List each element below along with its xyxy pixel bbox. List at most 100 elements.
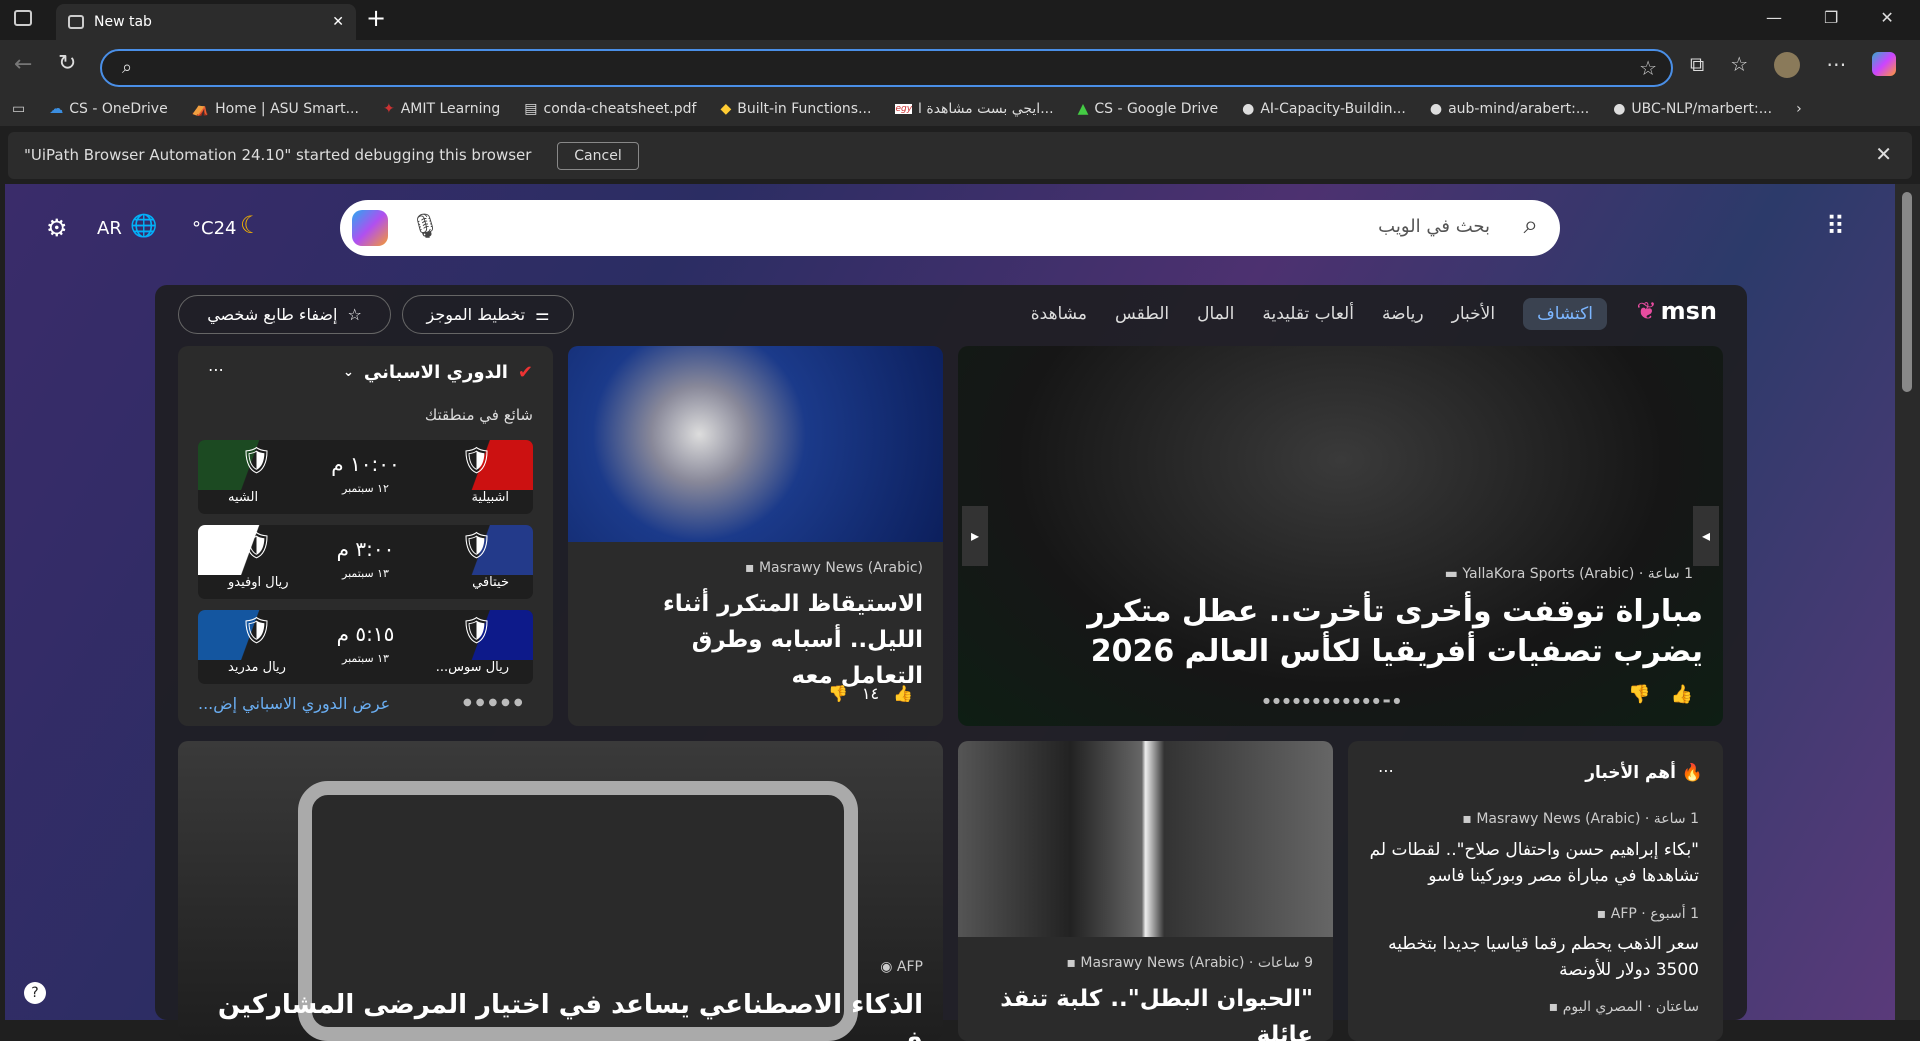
tab-new-tab[interactable]: New tab ✕ <box>56 4 356 40</box>
see-more-link[interactable]: عرض الدوري الاسباني إض... <box>198 694 390 713</box>
scrollbar[interactable] <box>1895 184 1920 1020</box>
new-tab-button[interactable]: + <box>366 4 386 32</box>
temperature: 24 <box>213 218 237 239</box>
cancel-button[interactable]: Cancel <box>557 142 639 170</box>
top-news-item[interactable]: سعر الذهب يحطم رقما قياسيا جديدا بتخطيه … <box>1369 931 1699 983</box>
widget-header[interactable]: ✔ الدوري الاسباني ⌄ <box>343 362 533 383</box>
bookmark[interactable]: ▲ CS - Google Drive <box>1078 101 1219 117</box>
tab-money[interactable]: المال <box>1197 304 1234 330</box>
tab-watch[interactable]: مشاهدة <box>1031 304 1087 330</box>
infobar-message: "UiPath Browser Automation 24.10" starte… <box>24 146 532 164</box>
dislike-icon[interactable]: 👎 <box>828 684 848 703</box>
bookmark[interactable]: ● AI-Capacity-Buildin... <box>1242 101 1406 117</box>
help-icon[interactable]: ? <box>24 982 46 1004</box>
sidebar-toggle-icon[interactable] <box>14 10 32 26</box>
carousel-prev-button[interactable]: ▸ <box>962 506 988 566</box>
more-menu-icon[interactable]: ⋯ <box>1826 52 1846 78</box>
bookmark[interactable]: egy ايجي بست مشاهدة ا... <box>895 101 1054 117</box>
feed-layout-button[interactable]: ⚌ تخطيط الموجز <box>402 295 574 334</box>
dislike-icon[interactable]: 👎 <box>1628 684 1650 705</box>
search-placeholder: بحث في الويب <box>1378 216 1490 237</box>
refresh-button[interactable]: ↻ <box>58 51 76 76</box>
bookmarks-overflow-icon[interactable]: › <box>1796 101 1802 117</box>
more-options-icon[interactable]: ⋯ <box>1378 761 1394 780</box>
match-row[interactable]: 🛡 🛡 ٥:١٥ م ١٣ سبتمبر ريال سوس... ريال مد… <box>198 610 533 684</box>
bookmark[interactable]: ● aub-mind/arabert:... <box>1430 101 1589 117</box>
tab-discover[interactable]: اكتشاف <box>1523 298 1607 330</box>
copilot-icon[interactable] <box>1872 52 1897 76</box>
profile-avatar[interactable] <box>1774 52 1801 78</box>
carousel-next-button[interactable]: ◂ <box>1693 506 1719 566</box>
card-title: الذكاء الاصطناعي يساعد في اختيار المرضى … <box>217 990 923 1041</box>
microphone-icon[interactable]: 🎙 <box>410 212 440 240</box>
layout-label: تخطيط الموجز <box>426 305 526 324</box>
bookmark[interactable]: ☁ CS - OneDrive <box>49 101 167 117</box>
card-title: الاستيقاظ المتكرر أثناء الليل.. أسبابه و… <box>662 591 923 689</box>
pagination-dots[interactable]: ●●●●● <box>463 697 527 708</box>
widget-subtitle: شائع في منطقتك <box>424 406 533 424</box>
favorites-icon[interactable]: ☆ <box>1730 52 1748 78</box>
match-time: ٥:١٥ م <box>336 622 395 646</box>
close-tab-icon[interactable]: ✕ <box>332 14 344 30</box>
msn-logo[interactable]: ❦ msn <box>1637 297 1718 325</box>
minimize-button[interactable]: — <box>1766 8 1782 27</box>
item-source: 1 ساعة · Masrawy News (Arabic) ▪ <box>1462 811 1699 827</box>
like-icon[interactable]: 👍 <box>893 684 913 703</box>
settings-icon[interactable]: ⚙ <box>46 214 68 242</box>
apps-grid-icon[interactable]: ⠿ <box>1826 212 1845 242</box>
fire-icon: 🔥 <box>1681 763 1703 783</box>
chevron-down-icon: ⌄ <box>343 365 354 380</box>
more-options-icon[interactable]: ⋯ <box>208 360 224 379</box>
match-time: ٣:٠٠ م <box>336 537 395 561</box>
tab-sports[interactable]: رياضة <box>1382 304 1424 330</box>
hero-carousel[interactable]: ▸ ◂ 1 ساعة · YallaKora Sports (Arabic) ▬… <box>958 346 1723 726</box>
back-button[interactable]: ← <box>14 52 32 77</box>
reading-icon[interactable]: ▭ <box>12 101 25 117</box>
personalize-button[interactable]: ☆ إضفاء طابع شخصي <box>178 295 391 334</box>
close-window-button[interactable]: ✕ <box>1880 8 1893 27</box>
search-icon: ⌕ <box>122 57 133 78</box>
bookmark[interactable]: ⛺ Home | ASU Smart... <box>192 101 359 117</box>
web-search-box[interactable]: 🎙 بحث في الويب ⌕ <box>340 200 1560 256</box>
news-card[interactable]: 9 ساعات · Masrawy News (Arabic) ▪ "الحيو… <box>958 741 1333 1041</box>
hero-title: مباراة توقفت وأخرى تأخرت.. عطل متكرر يضر… <box>1087 594 1703 669</box>
favorite-star-icon[interactable]: ☆ <box>1639 56 1657 80</box>
like-icon[interactable]: 👍 <box>1671 684 1693 705</box>
maximize-button[interactable]: ❐ <box>1824 8 1838 27</box>
address-bar[interactable]: ⌕ ☆ <box>100 49 1673 87</box>
bookmark[interactable]: ▤ conda-cheatsheet.pdf <box>524 101 696 117</box>
bookmark[interactable]: ● UBC-NLP/marbert:... <box>1613 101 1772 117</box>
top-news-widget: 🔥 أهم الأخبار ⋯ 1 ساعة · Masrawy News (A… <box>1348 741 1723 1041</box>
bookmark[interactable]: ◆ Built-in Functions... <box>720 101 871 117</box>
moon-cloud-icon: ☾ <box>240 211 262 239</box>
top-news-item[interactable]: "بكاء إبراهيم حسن واحتفال صلاح".. لقطات … <box>1369 837 1699 889</box>
weather-button[interactable]: °C24 <box>192 218 236 239</box>
news-card[interactable]: Masrawy News (Arabic) ▪ الاستيقاظ المتكر… <box>568 346 943 726</box>
bookmark[interactable]: ✦ AMIT Learning <box>383 101 500 117</box>
extensions-icon[interactable]: ⧉ <box>1690 52 1704 78</box>
language-button[interactable]: AR <box>97 218 122 239</box>
feed-nav: اكتشاف الأخبار رياضة ألعاب تقليدية المال… <box>1031 298 1607 330</box>
debug-infobar: "UiPath Browser Automation 24.10" starte… <box>8 132 1912 179</box>
carousel-dots[interactable]: ●●●●●●●●●●●●▬● <box>1263 696 1403 705</box>
toolbar: ← ↻ ⌕ ☆ ⧉ ☆ ⋯ <box>0 40 1920 92</box>
reactions: 👎 👍 <box>1628 684 1693 705</box>
search-icon[interactable]: ⌕ <box>1523 210 1538 241</box>
laliga-widget: ✔ الدوري الاسباني ⌄ ⋯ شائع في منطقتك 🛡 🛡 ١… <box>178 346 553 726</box>
tab-news[interactable]: الأخبار <box>1452 304 1495 330</box>
temp-unit: °C <box>192 218 214 239</box>
close-infobar-icon[interactable]: ✕ <box>1875 142 1892 166</box>
card-source: 9 ساعات · Masrawy News (Arabic) ▪ <box>1066 955 1313 971</box>
tab-games[interactable]: ألعاب تقليدية <box>1262 304 1354 330</box>
news-card[interactable]: AFP ◉ الذكاء الاصطناعي يساعد في اختيار ا… <box>178 741 943 1041</box>
reactions: 👎 ١٤ 👍 <box>828 684 913 703</box>
match-row[interactable]: 🛡 🛡 ١٠:٠٠ م ١٢ سبتمبر اشبيلية الشيه <box>198 440 533 514</box>
laliga-logo-icon: ✔ <box>517 362 533 383</box>
copilot-icon[interactable] <box>352 210 388 246</box>
item-source: 1 أسبوع · AFP ▪ <box>1596 906 1699 922</box>
tab-strip: New tab ✕ + — ❐ ✕ <box>0 0 1920 40</box>
sliders-icon: ⚌ <box>535 305 550 324</box>
match-row[interactable]: 🛡 🛡 ٣:٠٠ م ١٣ سبتمبر خيتافي ريال اوفيدو <box>198 525 533 599</box>
globe-icon[interactable]: 🌐 <box>130 214 157 239</box>
tab-weather[interactable]: الطقس <box>1115 304 1169 330</box>
